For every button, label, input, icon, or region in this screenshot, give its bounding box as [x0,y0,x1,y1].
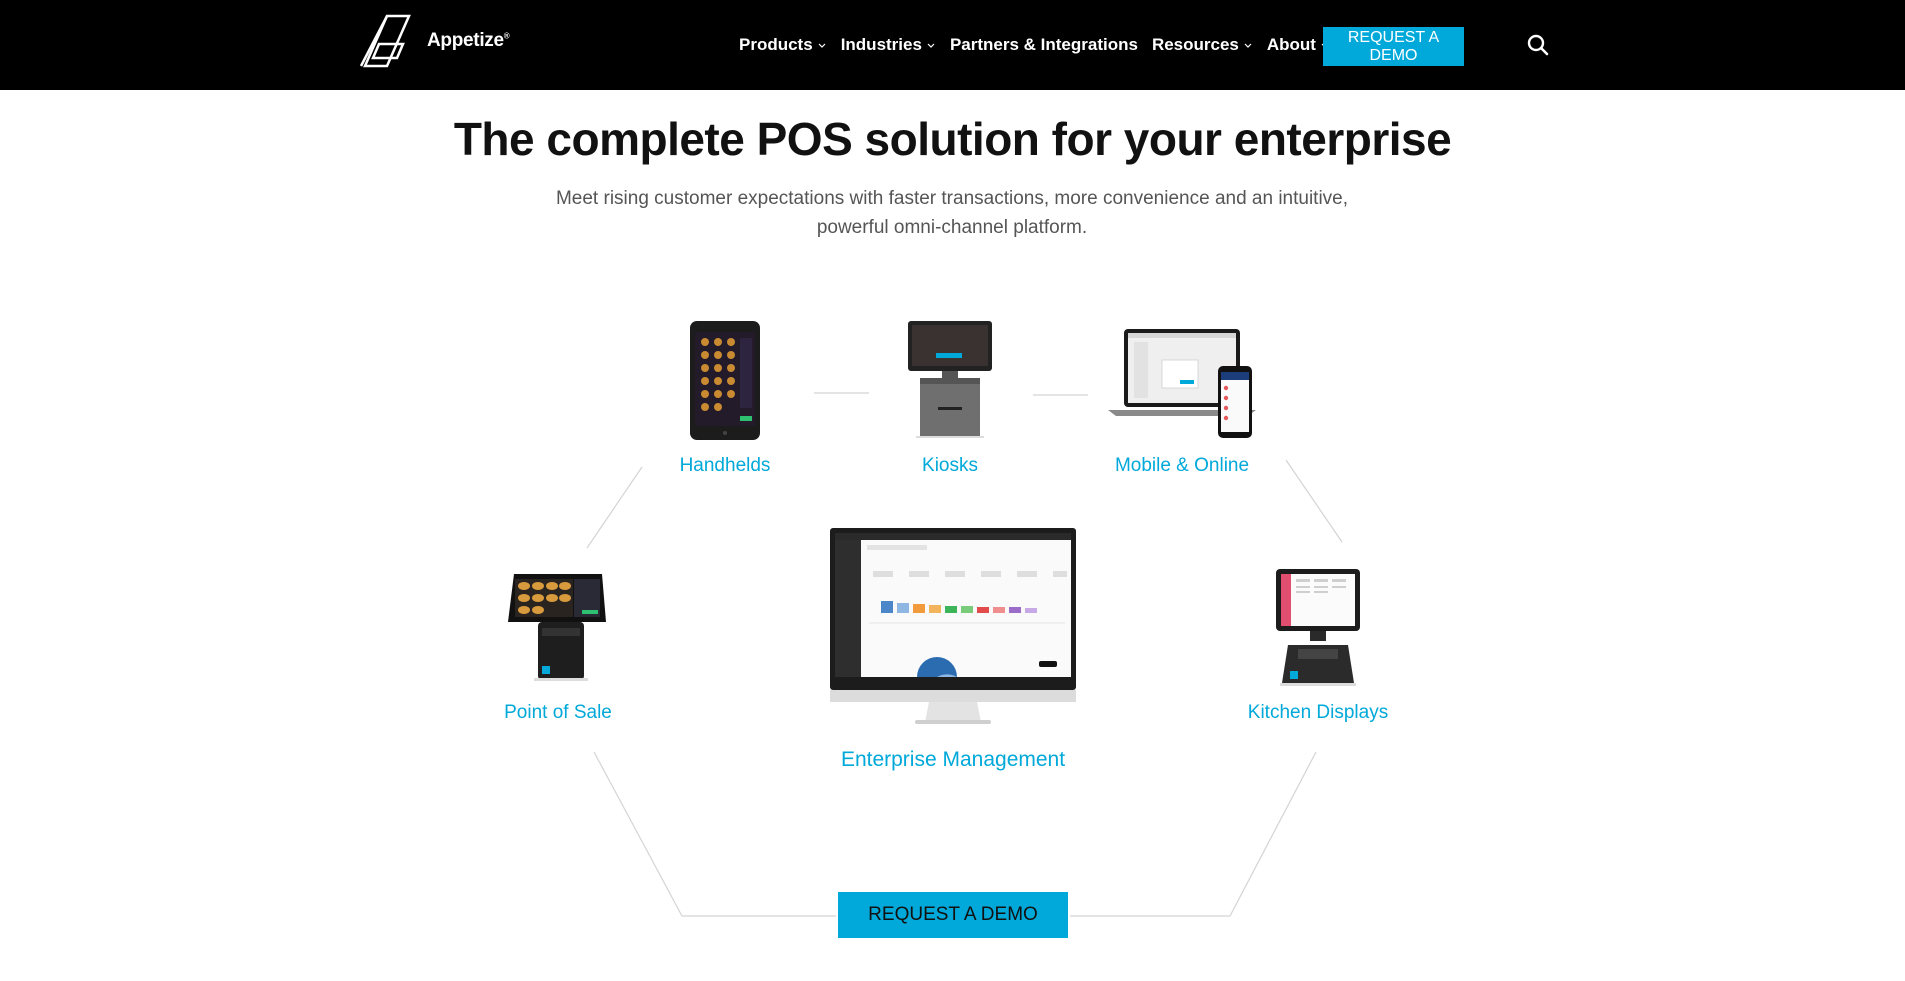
nav-item-resources[interactable]: Resources [1152,35,1253,55]
chevron-down-icon [927,43,935,48]
handheld-device-image [690,321,760,440]
main-nav: Products Industries Partners & Integrati… [739,0,1344,90]
node-label-handhelds[interactable]: Handhelds [680,455,771,477]
logo-wordmark: Appetize® [427,30,510,51]
kitchen-display-device-image [1276,569,1360,686]
nav-item-industries[interactable]: Industries [841,35,936,55]
nav-item-products[interactable]: Products [739,35,827,55]
node-label-enterprise-management[interactable]: Enterprise Management [841,748,1065,772]
page-subtitle: Meet rising customer expectations with f… [555,188,1349,238]
nav-item-partners-integrations[interactable]: Partners & Integrations [950,35,1138,55]
request-demo-button-diagram[interactable]: REQUEST A DEMO [838,892,1068,938]
appetize-logo[interactable]: Appetize® [357,13,510,69]
kiosk-device-image [908,321,992,438]
top-navigation-bar: Appetize® Products Industries Partners &… [0,0,1905,90]
logo-mark-icon [359,14,411,68]
request-demo-button-header[interactable]: REQUEST A DEMO [1323,27,1464,66]
node-label-point-of-sale[interactable]: Point of Sale [504,702,612,724]
enterprise-management-monitor-image [830,528,1076,724]
node-label-kiosks[interactable]: Kiosks [922,455,978,477]
page-title: The complete POS solution for your enter… [453,113,1452,165]
mobile-online-device-image [1108,329,1256,438]
chevron-down-icon [818,43,826,48]
node-label-kitchen-displays[interactable]: Kitchen Displays [1248,702,1388,724]
search-icon[interactable] [1526,33,1550,57]
nav-item-about[interactable]: About [1267,35,1330,55]
chevron-down-icon [1244,43,1252,48]
point-of-sale-device-image [508,574,606,681]
node-label-mobile-online[interactable]: Mobile & Online [1115,455,1249,477]
